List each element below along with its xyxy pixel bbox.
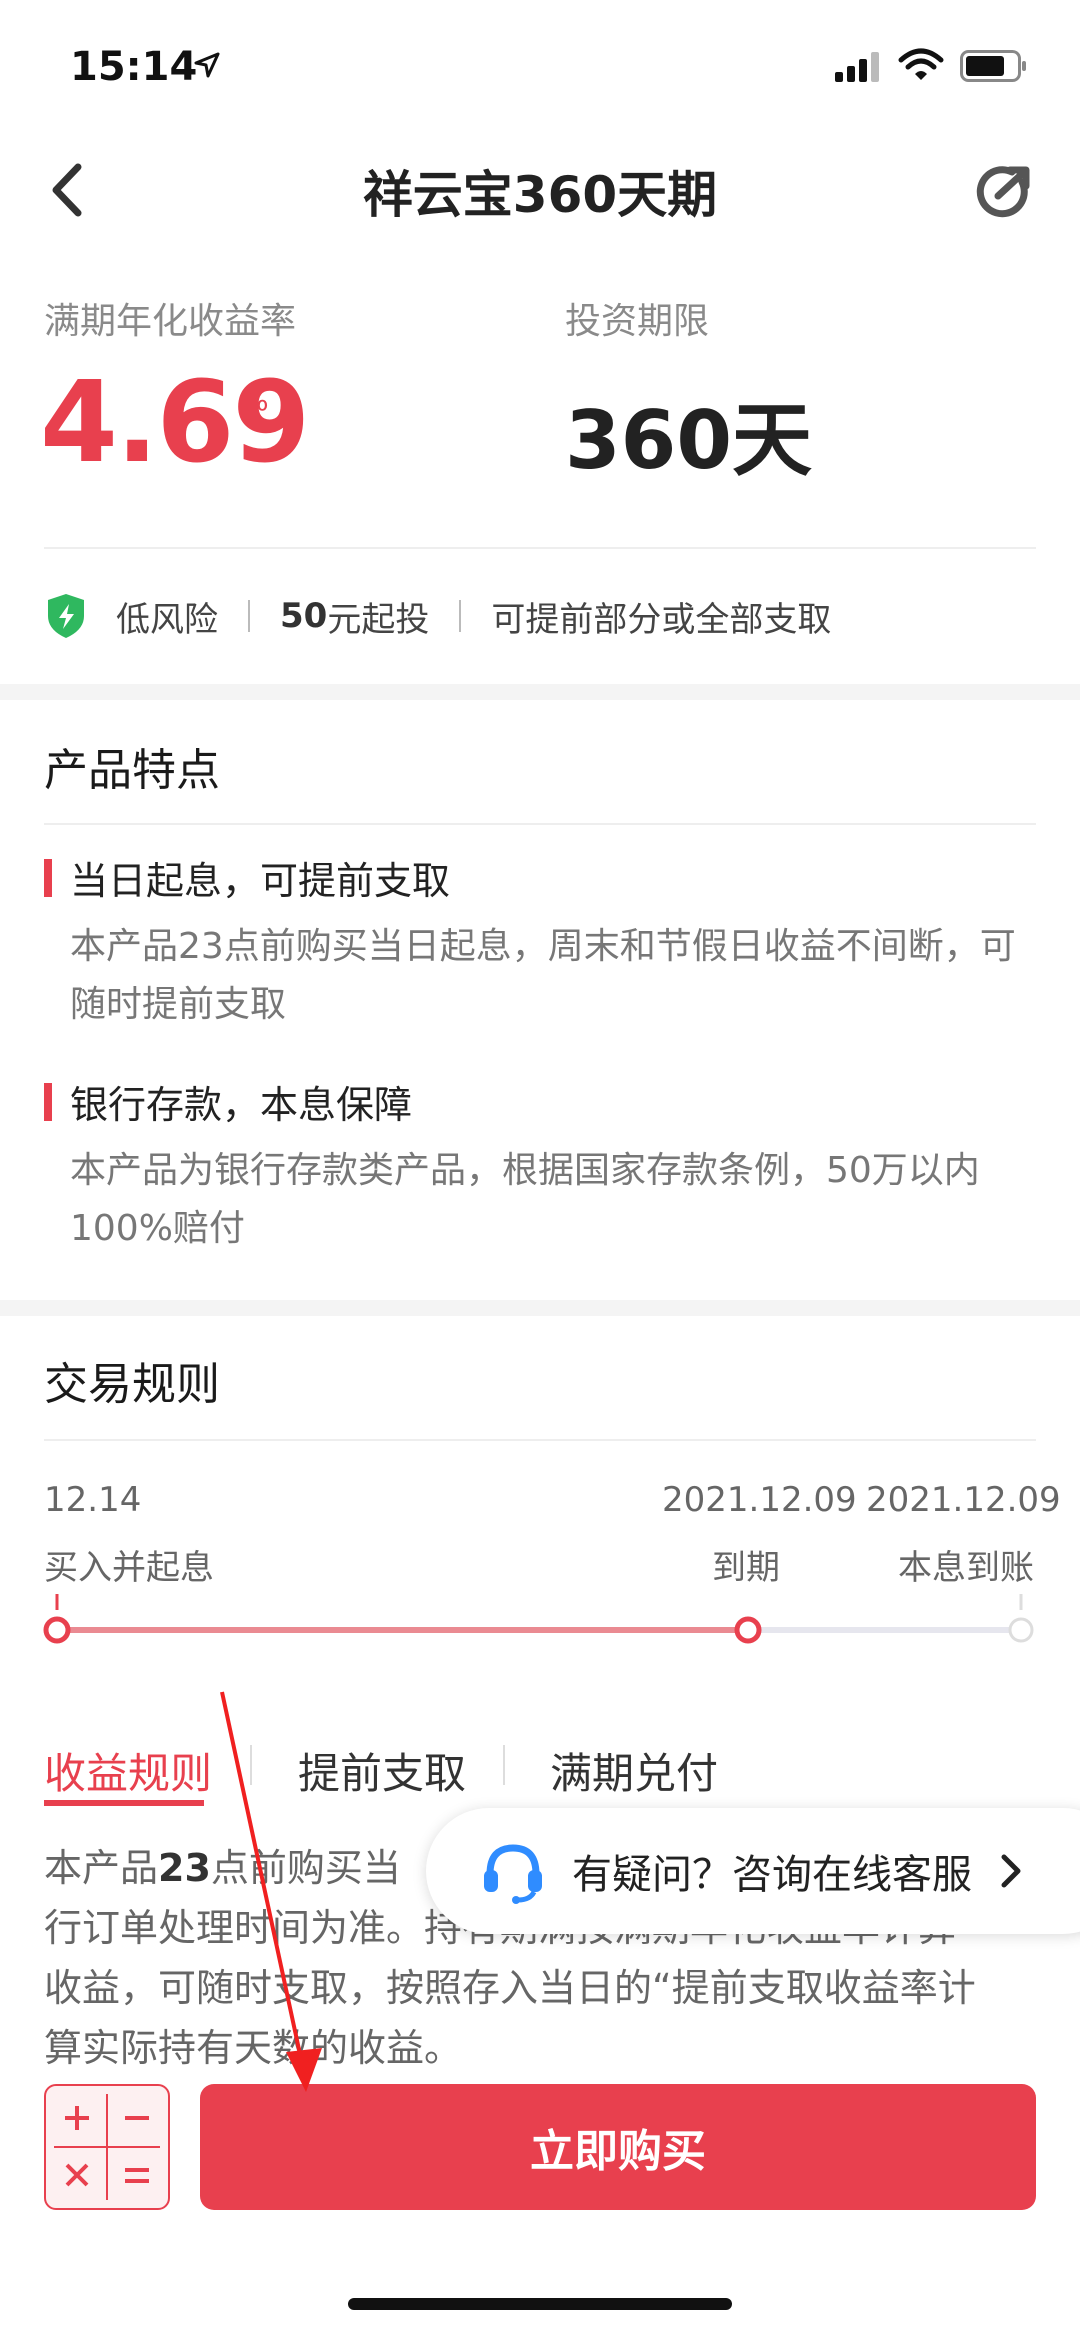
- tab-maturity-payout[interactable]: 满期兑付: [550, 1740, 718, 1801]
- min-amount: 50: [280, 596, 328, 636]
- buy-now-button[interactable]: 立即购买: [200, 2084, 1036, 2210]
- feature-desc: 本产品为银行存款类产品，根据国家存款条例，50万以内100%赔付: [70, 1150, 980, 1249]
- calculator-button[interactable]: [44, 2084, 170, 2210]
- feature-title: 当日起息，可提前支取: [44, 850, 450, 905]
- feature-desc: 本产品23点前购买当日起息，周末和节假日收益不间断，可随时提前支取: [70, 926, 1016, 1025]
- tab-separator: [250, 1745, 252, 1785]
- headset-icon: [484, 1844, 542, 1904]
- calculator-icon: [54, 2094, 160, 2200]
- timeline-label-maturity: 到期: [712, 1548, 780, 1588]
- status-bar: 15:14: [0, 0, 1080, 135]
- term-label: 投资期限: [565, 301, 710, 342]
- feature-title: 银行存款，本息保障: [44, 1074, 412, 1129]
- home-indicator: [348, 2298, 732, 2310]
- shield-icon: [48, 594, 84, 638]
- nav-bar: 祥云宝360天期: [0, 135, 1080, 245]
- feature-title-text: 当日起息，可提前支取: [70, 859, 451, 903]
- section-gap: [0, 684, 1080, 700]
- divider: [44, 547, 1036, 549]
- timeline-label-payout: 本息到账: [898, 1548, 1034, 1588]
- feature-title-text: 银行存款，本息保障: [70, 1083, 413, 1127]
- risk-level: 低风险: [116, 599, 218, 640]
- battery-icon: [960, 50, 1026, 82]
- separator: [248, 600, 250, 632]
- timeline-node-payout: [1008, 1617, 1034, 1643]
- timeline-date-buy: 12.14: [44, 1480, 142, 1520]
- status-time: 15:14: [70, 44, 198, 90]
- tab-early-withdrawal[interactable]: 提前支取: [298, 1740, 466, 1801]
- accent-bar: [44, 1082, 52, 1121]
- rate-unit: %: [242, 384, 269, 417]
- timeline: [43, 1594, 1034, 1644]
- min-amount-suffix: 元起投: [327, 599, 430, 640]
- section-gap: [0, 1300, 1080, 1316]
- rules-title: 交易规则: [44, 1359, 220, 1410]
- timeline-date-payout: 2021.12.09: [866, 1480, 1061, 1520]
- rule-line: 算实际持有天数的收益。: [44, 2026, 463, 2070]
- customer-service-button[interactable]: 有疑问？咨询在线客服: [426, 1808, 1080, 1934]
- separator: [459, 600, 462, 632]
- location-arrow-icon: [194, 52, 220, 78]
- timeline-label-buy: 买入并起息: [44, 1548, 214, 1588]
- wifi-icon: [898, 48, 944, 80]
- rule-line: 收益，可随时支取，按照存入当日的“提前支取收益率计: [44, 1966, 976, 2010]
- divider: [44, 1439, 1036, 1441]
- page: 15:14 祥云宝360天期 满期年化收益率 投资期限 4.69 % 360天 …: [0, 0, 1080, 2337]
- timeline-date-maturity: 2021.12.09: [662, 1480, 857, 1520]
- active-tab-indicator: [44, 1800, 204, 1806]
- tab-separator: [503, 1745, 505, 1785]
- rate-value: 4.69: [40, 358, 310, 488]
- timeline-node-maturity: [734, 1616, 762, 1644]
- rule-text-bold: 23: [158, 1846, 211, 1890]
- page-title: 祥云宝360天期: [362, 166, 718, 224]
- features-title: 产品特点: [44, 745, 220, 796]
- withdraw-note: 可提前部分或全部支取: [491, 599, 832, 640]
- rate-label: 满期年化收益率: [44, 301, 297, 342]
- divider: [44, 823, 1036, 825]
- cellular-signal-icon: [835, 52, 879, 82]
- risk-row: 低风险 50 元起投 可提前部分或全部支取: [44, 588, 831, 644]
- tab-earnings-rules[interactable]: 收益规则: [44, 1740, 212, 1801]
- chevron-right-icon: [1001, 1854, 1021, 1888]
- customer-service-label: 有疑问？咨询在线客服: [572, 1852, 972, 1898]
- timeline-node-buy: [43, 1616, 71, 1644]
- term-value: 360天: [565, 394, 812, 487]
- rule-text-rest: 点前购买当: [210, 1846, 401, 1890]
- share-icon[interactable]: [972, 160, 1036, 224]
- rule-text-prefix: 本产品: [44, 1846, 159, 1890]
- accent-bar: [44, 858, 52, 897]
